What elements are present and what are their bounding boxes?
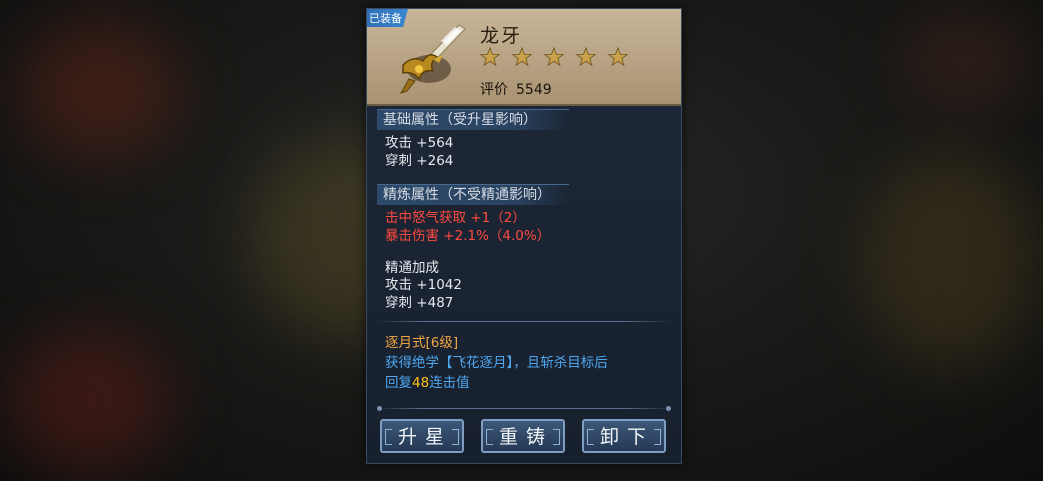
star-icon: [512, 47, 532, 67]
skill-desc-value: 48: [412, 375, 430, 391]
star-icon: [544, 47, 564, 67]
equipment-detail-panel: 已装备 龙牙 评价 5549 基础属性（受升星影响） 攻击 +564 穿刺 +26…: [366, 8, 682, 464]
star-icon: [608, 47, 628, 67]
weapon-icon: [399, 24, 466, 94]
skill-desc-line1: 获得绝学【飞花逐月】，且斩杀目标后: [385, 355, 608, 371]
divider-dot-right: [666, 406, 671, 411]
item-rating: 评价 5549: [480, 79, 560, 99]
background-blur-right: [860, 150, 1040, 370]
skill-desc-suffix: 连击值: [429, 375, 470, 391]
background-blur-right-top: [900, 10, 1030, 110]
divider-dot-left: [377, 406, 382, 411]
divider-bottom: [377, 408, 671, 409]
refine-attrs-title: 精炼属性（不受精通影响）: [377, 184, 569, 205]
skill-name: 逐月式[6级]: [385, 335, 459, 351]
item-name: 龙牙: [480, 25, 523, 47]
skill-desc-line2: 回复48连击值: [385, 371, 470, 391]
base-attrs-title: 基础属性（受升星影响）: [377, 109, 569, 130]
unequip-button[interactable]: 卸下: [582, 419, 666, 453]
rating-label: 评价: [480, 82, 508, 98]
star-icon: [576, 47, 596, 67]
refine-attr-crit: 暴击伤害 +2.1%（4.0%）: [385, 228, 551, 244]
background-blur-left-bottom: [10, 330, 170, 470]
star-icon: [480, 47, 500, 67]
divider: [377, 321, 671, 322]
recast-button[interactable]: 重铸: [481, 419, 565, 453]
rating-value: 5549: [516, 82, 552, 98]
skill-desc-prefix: 回复: [385, 375, 412, 391]
upgrade-star-button[interactable]: 升星: [380, 419, 464, 453]
refine-attr-rage: 击中怒气获取 +1（2）: [385, 210, 526, 226]
item-header: 已装备 龙牙 评价 5549: [367, 9, 681, 106]
mastery-attack: 攻击 +1042: [385, 277, 462, 293]
star-rating: [480, 47, 640, 71]
mastery-pierce: 穿刺 +487: [385, 295, 454, 311]
base-attr-pierce: 穿刺 +264: [385, 153, 454, 169]
background-blur-left: [20, 20, 180, 160]
base-attr-attack: 攻击 +564: [385, 135, 454, 151]
